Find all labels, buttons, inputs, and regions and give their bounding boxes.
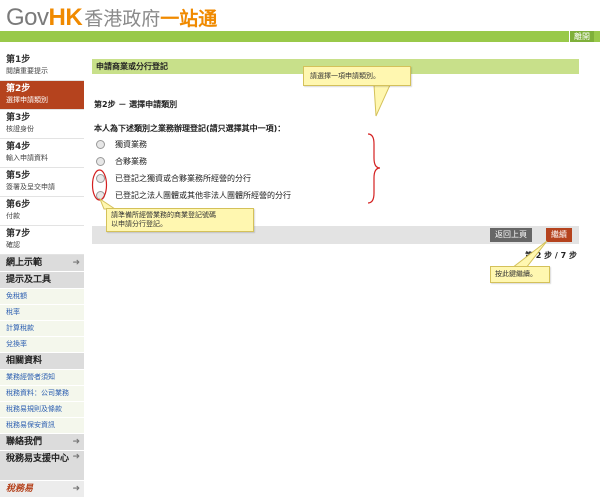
step-subtitle: 核證身份 (6, 125, 34, 133)
govhk-logo: Gov HK 香港政府 一站通 (6, 4, 218, 31)
option-partnership[interactable]: 合夥業務 (96, 155, 147, 167)
question-text: 本人為下述類別之業務辦理登記(請只選擇其中一項)： (94, 124, 286, 133)
step-title: 第7步 (6, 229, 31, 239)
callout-select-category: 請選擇一項申請類別。 (303, 66, 411, 86)
continue-button[interactable]: 繼續 (546, 228, 572, 242)
step-subtitle: 確認 (6, 241, 20, 249)
option-label: 已登記之獨資或合夥業務所經營的分行 (115, 173, 251, 183)
callout-prepare-number: 請準備所經營業務的商業登記號碼 以申請分行登記。 (106, 208, 254, 232)
top-bar (0, 31, 600, 42)
exit-button[interactable]: 離開 (569, 31, 594, 42)
step-title: 第5步 (6, 171, 31, 181)
logo-chinese-text: 香港政府 (84, 8, 161, 30)
sidebar-section-related: 相關資料 (0, 353, 84, 370)
logo-chinese-accent-text: 一站通 (160, 8, 218, 30)
option-group-brace (367, 133, 381, 204)
sidebar-link-tax-calculator[interactable]: 計算稅款 (0, 321, 84, 337)
demo-label: 網上示範 (6, 258, 43, 268)
sidebar-link-security[interactable]: 稅務易保安資訊 (0, 418, 84, 434)
step-title: 第4步 (6, 142, 31, 152)
step-title: 第1步 (6, 55, 31, 65)
step-title: 第6步 (6, 200, 31, 210)
sidebar-link-company-tax-info[interactable]: 稅務資料：公司業務 (0, 386, 84, 402)
callout-prepare-line2: 以申請分行登記。 (111, 220, 167, 228)
contact-label: 聯絡我們 (6, 437, 43, 447)
arrow-right-icon: ➜ (72, 437, 80, 447)
option-branch-of-registered-business[interactable]: 已登記之獨資或合夥業務所經營的分行 (96, 172, 251, 184)
arrow-right-icon: ➜ (72, 452, 80, 462)
sidebar: 第1步 閱讀重要提示 第2步 選擇申請類別 第3步 核證身份 第4步 輸入申請資… (0, 52, 84, 498)
radio-button[interactable] (96, 190, 105, 200)
tips-label: 提示及工具 (6, 275, 52, 285)
option-branch-of-body-corporate[interactable]: 已登記之法人團體或其他非法人團體所經營的分行 (96, 189, 291, 201)
sidebar-demo-link[interactable]: 網上示範 ➜ (0, 255, 84, 272)
step-subtitle: 簽署及呈交申請 (6, 183, 55, 191)
callout-prepare-line1: 請準備所經營業務的商業登記號碼 (111, 211, 216, 219)
logo-gov-text: Gov (6, 4, 49, 31)
radio-button[interactable] (96, 173, 105, 183)
sidebar-step-2-active: 第2步 選擇申請類別 (0, 81, 84, 110)
sidebar-step-1: 第1步 閱讀重要提示 (0, 52, 84, 81)
annotation-overlay (91, 84, 548, 269)
support-label: 稅務易支援中心 (6, 454, 70, 464)
step-indicator: 第 2 步 / 7 步 (525, 251, 577, 260)
sidebar-step-7: 第7步 確認 (0, 226, 84, 255)
step-subtitle: 付款 (6, 212, 20, 220)
arrow-right-icon: ➜ (72, 258, 80, 268)
sidebar-contact-link[interactable]: 聯絡我們 ➜ (0, 434, 84, 451)
sidebar-link-terms[interactable]: 稅務易規則及條款 (0, 402, 84, 418)
logo-hk-text: HK (48, 4, 83, 31)
etax-brand-logo: 稅務易 (6, 484, 34, 494)
radio-button[interactable] (96, 139, 105, 149)
option-sole-proprietorship[interactable]: 獨資業務 (96, 138, 147, 150)
step-subtitle: 選擇申請類別 (6, 96, 48, 104)
callout-press-continue: 按此鍵繼續。 (490, 266, 550, 283)
sidebar-step-3: 第3步 核證身份 (0, 110, 84, 139)
sidebar-section-tips: 提示及工具 (0, 272, 84, 289)
step-title: 第3步 (6, 113, 31, 123)
sidebar-support-link[interactable]: 稅務易支援中心 ➜ (0, 451, 84, 481)
sidebar-link-tax-rates[interactable]: 稅率 (0, 305, 84, 321)
sidebar-step-5: 第5步 簽署及呈交申請 (0, 168, 84, 197)
back-button[interactable]: 返回上頁 (490, 228, 532, 242)
sidebar-link-allowances[interactable]: 免稅額 (0, 289, 84, 305)
arrow-right-icon: ➜ (72, 484, 80, 494)
radio-button[interactable] (96, 156, 105, 166)
related-label: 相關資料 (6, 356, 43, 366)
step-subtitle: 輸入申請資料 (6, 154, 48, 162)
sidebar-brand-link[interactable]: 稅務易 ➜ (0, 481, 84, 498)
sidebar-link-operator-notes[interactable]: 業務經營者須知 (0, 370, 84, 386)
step-title: 第2步 (6, 84, 31, 94)
step-subtitle: 閱讀重要提示 (6, 67, 48, 75)
option-label: 獨資業務 (115, 139, 147, 149)
option-label: 已登記之法人團體或其他非法人團體所經營的分行 (115, 190, 291, 200)
sidebar-step-6: 第6步 付款 (0, 197, 84, 226)
step-heading: 第2步 － 選擇申請類別 (94, 100, 178, 109)
sidebar-step-4: 第4步 輸入申請資料 (0, 139, 84, 168)
sidebar-link-exchange-rates[interactable]: 兌換率 (0, 337, 84, 353)
callout-pointer-select (373, 84, 391, 117)
option-label: 合夥業務 (115, 156, 147, 166)
